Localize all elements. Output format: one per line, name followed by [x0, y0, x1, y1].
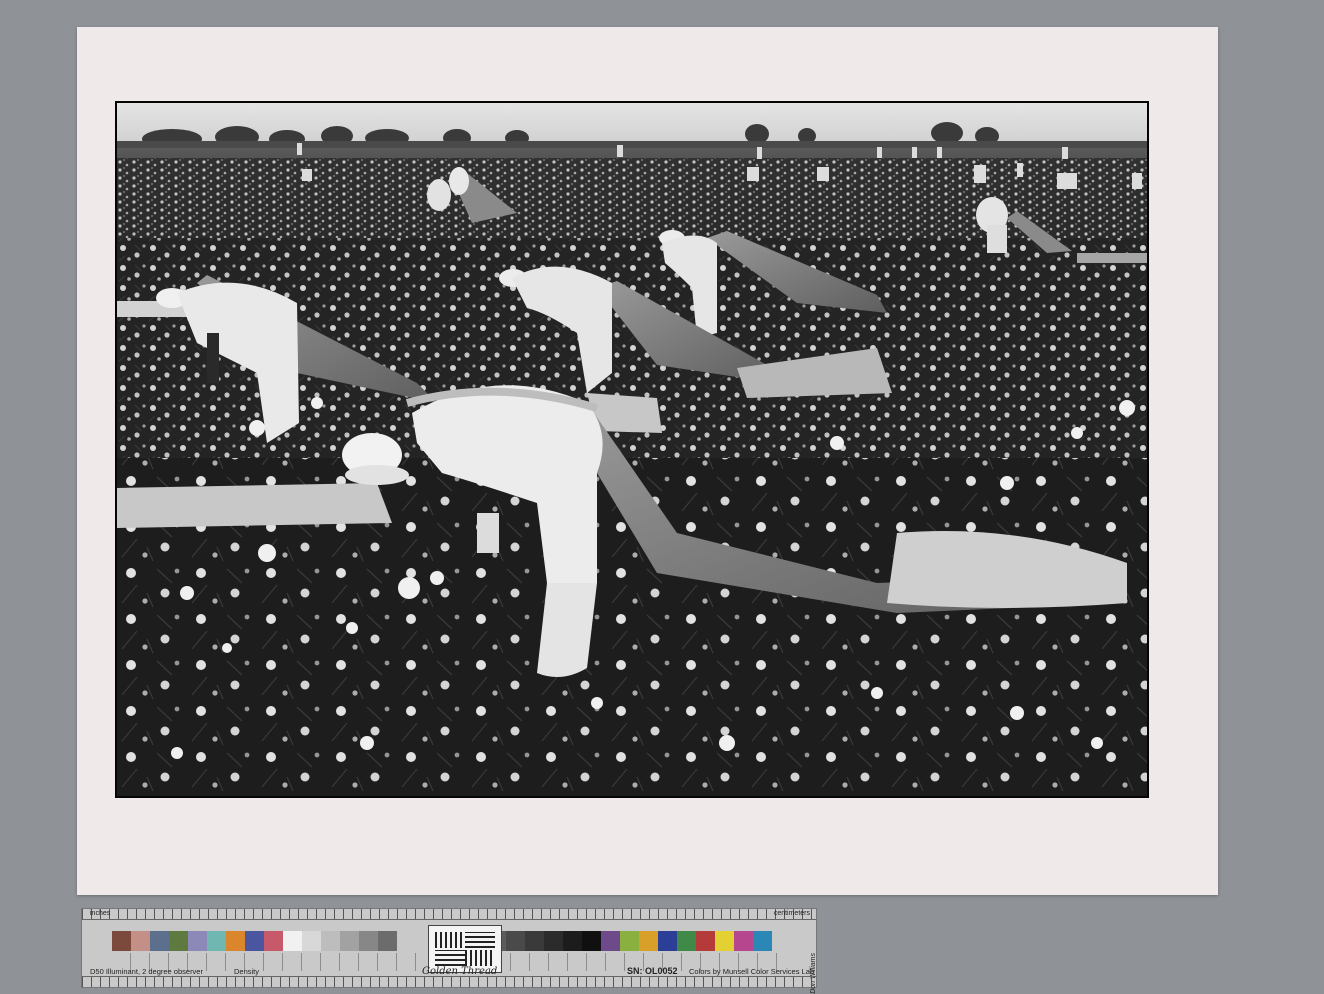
color-patch [563, 931, 582, 951]
ruler-bottom [82, 976, 816, 987]
color-patch [601, 931, 620, 951]
photograph [115, 101, 1149, 798]
color-patch [226, 931, 245, 951]
color-patch [207, 931, 226, 951]
color-patch [753, 931, 772, 951]
color-patch [283, 931, 302, 951]
color-patch [302, 931, 321, 951]
color-patch [620, 931, 639, 951]
ruler-label-cm: centimeters [773, 910, 810, 917]
color-patch [264, 931, 283, 951]
color-patch [188, 931, 207, 951]
color-patch [340, 931, 359, 951]
density-label: Density [234, 967, 260, 976]
color-patch [658, 931, 677, 951]
color-patch [506, 931, 525, 951]
color-target-card: inches centimeters D50 Illuminant, 2 deg… [81, 908, 817, 994]
color-patch [544, 931, 563, 951]
color-patch [169, 931, 188, 951]
color-patch [112, 931, 131, 951]
color-patch [715, 931, 734, 951]
color-patch [734, 931, 753, 951]
credit-text: Colors by Munsell Color Services Lab [689, 967, 815, 976]
color-patch [131, 931, 150, 951]
signature: Don Williams [810, 953, 817, 994]
ruler-top: inches centimeters [82, 909, 816, 920]
brand-logo-text: Golden Thread [422, 966, 498, 977]
ruler-label-inches: inches [90, 910, 111, 917]
color-patch [378, 931, 397, 951]
serial-number: SN: OL0052 [627, 966, 678, 976]
color-patch [359, 931, 378, 951]
illuminant-text: D50 Illuminant, 2 degree observer [90, 967, 203, 976]
color-patch [150, 931, 169, 951]
color-patch [696, 931, 715, 951]
color-patch [525, 931, 544, 951]
color-patch [677, 931, 696, 951]
color-patch [245, 931, 264, 951]
resolution-bars [435, 932, 495, 966]
color-patch [582, 931, 601, 951]
color-patch [639, 931, 658, 951]
photo-image [117, 103, 1147, 796]
color-patch [321, 931, 340, 951]
